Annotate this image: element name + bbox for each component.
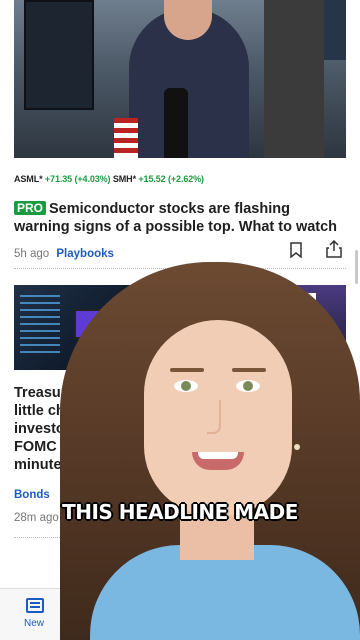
ticker-change: +71.35 (+4.03%) (44, 174, 111, 184)
article-headline[interactable]: PRO Semiconductor stocks are flashing war… (14, 200, 344, 236)
tab-news-label[interactable]: New (24, 618, 44, 629)
ticker-change: +15.52 (+2.62%) (138, 174, 204, 184)
pro-badge: PRO (14, 201, 47, 215)
ticker-row[interactable]: ASML* +71.35 (+4.03%) SMH* +15.52 (+2.62… (14, 174, 204, 184)
presenter-eye (174, 380, 198, 392)
ticker-symbol: SMH* (112, 174, 136, 184)
bookmark-icon[interactable] (290, 242, 302, 258)
news-tab-icon[interactable] (26, 598, 44, 613)
presenter-brow (232, 368, 266, 372)
share-icon[interactable] (326, 240, 342, 258)
article-headline-text: Semiconductor stocks are flashing warnin… (14, 201, 338, 235)
presenter-earring (294, 444, 300, 450)
video-caption: THIS HEADLINE MADE (62, 500, 298, 524)
presenter-nose (207, 400, 221, 434)
article-time: 5h ago (14, 248, 50, 260)
presenter-brow (170, 368, 204, 372)
hero-article-image[interactable] (14, 0, 346, 158)
scrollbar[interactable] (355, 250, 358, 284)
article-meta: 5h ago Playbooks (14, 248, 114, 260)
article-category-link[interactable]: Playbooks (56, 248, 114, 260)
presenter-eye (236, 380, 260, 392)
ticker-symbol: ASML* (14, 174, 43, 184)
